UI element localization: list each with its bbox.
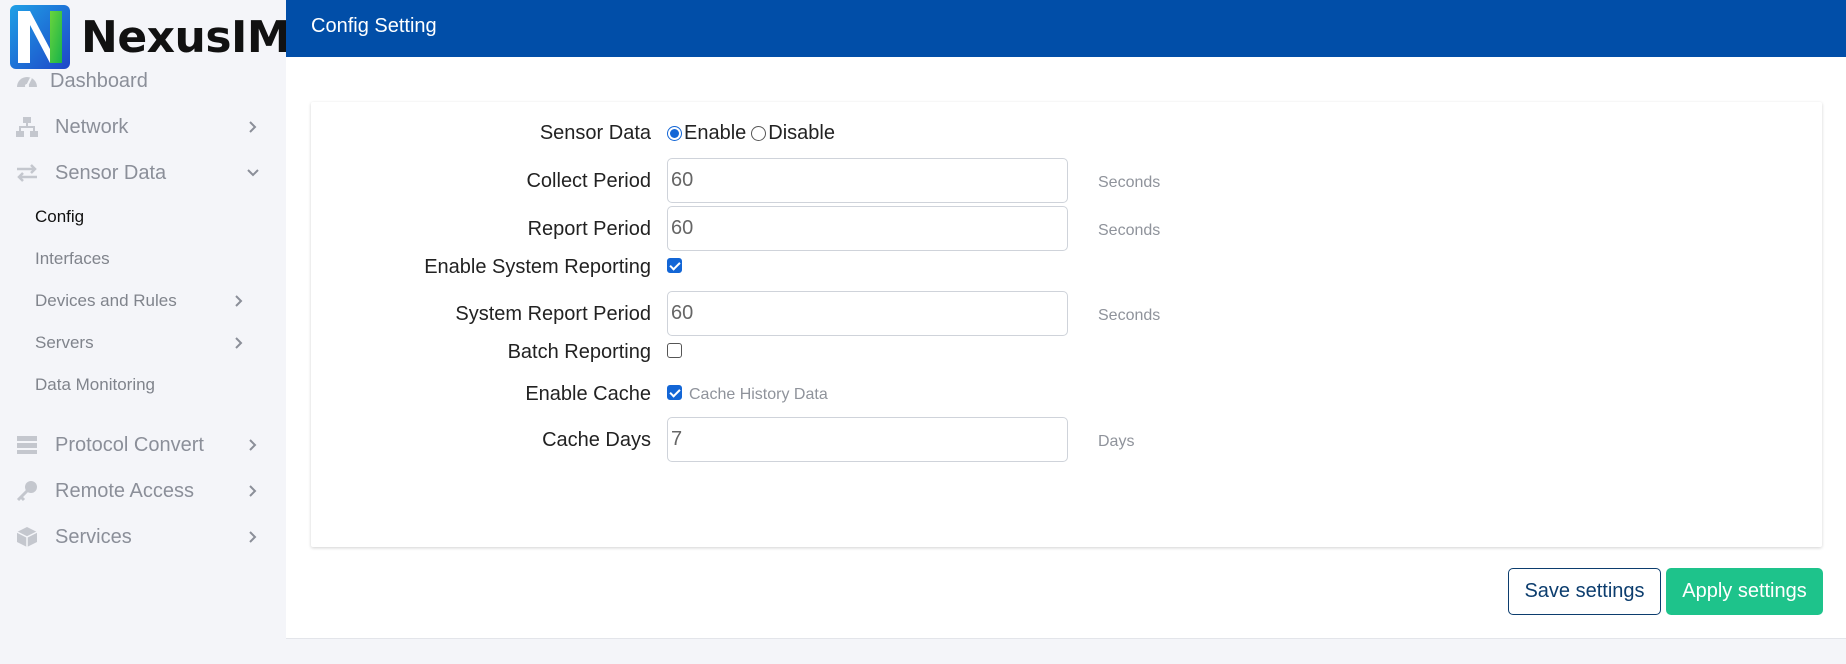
sensor-data-disable-label[interactable]: Disable: [768, 122, 835, 145]
enable-system-reporting-label: Enable System Reporting: [424, 256, 651, 278]
server-stack-icon: [14, 432, 40, 458]
chevron-right-icon: [247, 439, 259, 451]
sidebar-item-label: Protocol Convert: [55, 433, 204, 456]
chevron-right-icon: [247, 485, 259, 497]
page-header: Config Setting: [286, 0, 1846, 57]
collect-period-input[interactable]: [667, 158, 1068, 203]
sensor-data-disable-radio[interactable]: [751, 126, 767, 141]
sidebar-subitem-interfaces[interactable]: Interfaces: [35, 242, 265, 276]
apply-settings-button[interactable]: Apply settings: [1666, 568, 1823, 615]
main-content: Sensor Data Enable Disable Collect Perio…: [286, 57, 1846, 639]
sidebar-subitem-label: Data Monitoring: [35, 375, 156, 394]
sidebar-item-dashboard[interactable]: Dashboard: [0, 61, 285, 101]
system-report-period-unit: Seconds: [1098, 307, 1161, 324]
report-period-input[interactable]: [667, 206, 1068, 251]
sidebar-item-services[interactable]: Services: [0, 517, 285, 557]
sidebar-subitem-label: Devices and Rules: [35, 291, 177, 310]
key-icon: [14, 478, 40, 504]
transfer-arrows-icon: [14, 160, 40, 186]
report-period-label: Report Period: [527, 218, 651, 240]
brand-logo[interactable]: NexusIM: [10, 5, 291, 69]
chevron-right-icon: [247, 121, 259, 133]
batch-reporting-checkbox[interactable]: [667, 343, 682, 358]
chevron-right-icon: [247, 531, 259, 543]
collect-period-unit: Seconds: [1098, 174, 1161, 191]
sidebar-subitem-label: Interfaces: [35, 249, 110, 268]
sidebar-subitem-label: Config: [35, 207, 85, 226]
nexus-logo-icon: [10, 5, 70, 69]
sidebar-item-label: Services: [55, 525, 132, 548]
chevron-right-icon: [233, 337, 245, 349]
enable-cache-checkbox[interactable]: [667, 385, 682, 400]
sensor-data-enable-radio[interactable]: [667, 126, 682, 141]
sidebar: NexusIM Dashboard Network Sensor Data Co…: [0, 0, 291, 664]
sidebar-item-remote-access[interactable]: Remote Access: [0, 471, 285, 511]
sidebar-item-label: Sensor Data: [55, 161, 167, 184]
sidebar-item-network[interactable]: Network: [0, 107, 285, 147]
sidebar-subitem-label: Servers: [35, 333, 94, 352]
cache-days-input[interactable]: [667, 417, 1068, 462]
batch-reporting-label: Batch Reporting: [507, 341, 651, 363]
enable-system-reporting-checkbox[interactable]: [667, 258, 682, 273]
cube-icon: [14, 524, 40, 550]
chevron-right-icon: [233, 295, 245, 307]
sidebar-subitem-data-monitoring[interactable]: Data Monitoring: [35, 368, 265, 402]
network-icon: [14, 114, 40, 140]
sensor-data-enable-label[interactable]: Enable: [684, 122, 746, 145]
config-form-card: Sensor Data Enable Disable Collect Perio…: [311, 102, 1822, 547]
system-report-period-label: System Report Period: [455, 303, 651, 325]
collect-period-label: Collect Period: [526, 170, 651, 192]
sidebar-item-label: Network: [55, 115, 129, 138]
sidebar-item-sensor-data[interactable]: Sensor Data: [0, 153, 285, 193]
save-settings-button[interactable]: Save settings: [1508, 568, 1661, 615]
cache-days-unit: Days: [1098, 433, 1135, 450]
sidebar-subitem-servers[interactable]: Servers: [35, 326, 265, 360]
chevron-down-icon: [247, 167, 259, 179]
brand-name: NexusIM: [81, 11, 291, 63]
report-period-unit: Seconds: [1098, 222, 1161, 239]
sensor-data-label: Sensor Data: [539, 122, 651, 144]
sidebar-item-label: Dashboard: [50, 69, 148, 92]
page-title: Config Setting: [311, 15, 437, 37]
sidebar-item-label: Remote Access: [55, 479, 194, 502]
sidebar-item-protocol-convert[interactable]: Protocol Convert: [0, 425, 285, 465]
sensor-data-radio-group: Enable Disable: [667, 122, 835, 145]
cache-days-label: Cache Days: [542, 429, 651, 451]
sidebar-subitem-config[interactable]: Config: [35, 200, 265, 234]
system-report-period-input[interactable]: [667, 291, 1068, 336]
sidebar-subitem-devices-and-rules[interactable]: Devices and Rules: [35, 284, 265, 318]
dashboard-gauge-icon: [14, 68, 40, 94]
enable-cache-label: Enable Cache: [525, 383, 651, 405]
cache-history-note: Cache History Data: [689, 386, 828, 403]
